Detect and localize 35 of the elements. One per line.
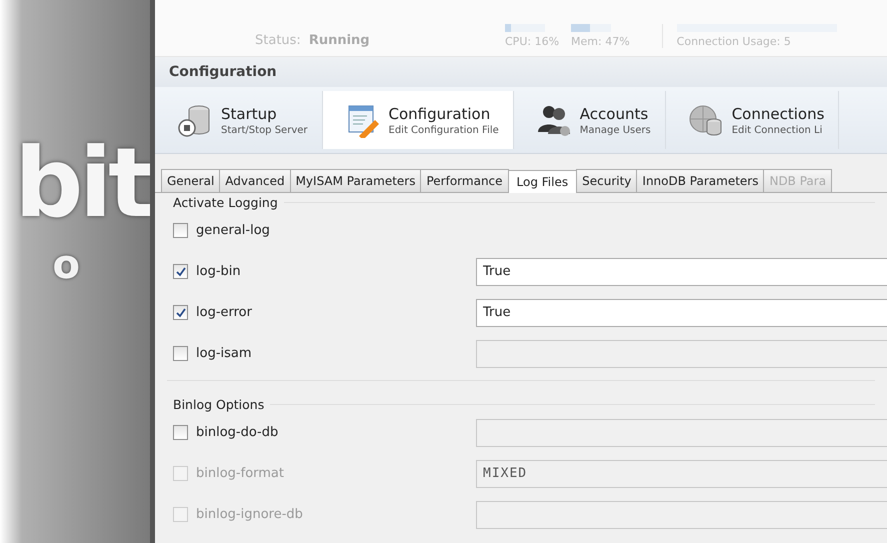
checkbox[interactable] xyxy=(173,346,188,361)
status-label: Status: xyxy=(255,33,301,48)
tab[interactable]: Performance xyxy=(420,169,509,192)
option-label: binlog-ignore-db xyxy=(196,507,304,522)
option-label: binlog-do-db xyxy=(196,425,280,440)
checkbox[interactable] xyxy=(173,223,188,238)
checkbox[interactable] xyxy=(173,305,188,320)
section-title: Configuration xyxy=(155,57,887,87)
tab[interactable]: Log Files xyxy=(508,170,578,193)
backdrop-text: o xyxy=(52,245,80,285)
tab[interactable]: Security xyxy=(576,169,638,192)
toolbar-button[interactable]: Connections Edit Connection Li xyxy=(666,91,840,149)
input-field[interactable]: True xyxy=(476,258,887,286)
meter-reading: Mem: 47% xyxy=(571,35,630,48)
checkbox[interactable] xyxy=(173,264,188,279)
tab[interactable]: MyISAM Parameters xyxy=(290,169,422,192)
option-label: general-log xyxy=(196,223,271,238)
option-label: binlog-format xyxy=(196,466,285,481)
input-field[interactable]: True xyxy=(476,298,887,326)
tab[interactable]: InnoDB Parameters xyxy=(636,169,764,192)
status-value: Running xyxy=(308,33,370,48)
toolbar-button[interactable]: Configuration Edit Configuration File xyxy=(322,91,514,149)
group-title: Activate Logging xyxy=(173,195,875,210)
toolbar-button[interactable]: Accounts Manage Users xyxy=(514,91,666,149)
group-title: Binlog Options xyxy=(173,397,875,412)
option-label: log-isam xyxy=(196,346,253,361)
tab[interactable]: General xyxy=(161,169,220,192)
meter-reading: CPU: 16% xyxy=(505,35,560,48)
connection-usage: Connection Usage: 5 xyxy=(676,35,792,48)
option-label: log-bin xyxy=(196,264,242,279)
checkbox[interactable] xyxy=(173,425,188,440)
backdrop-text: bit xyxy=(14,135,150,231)
option-label: log-error xyxy=(196,305,253,320)
tab[interactable]: Advanced xyxy=(219,169,291,192)
toolbar-button[interactable]: Startup Start/Stop Server xyxy=(155,91,323,149)
